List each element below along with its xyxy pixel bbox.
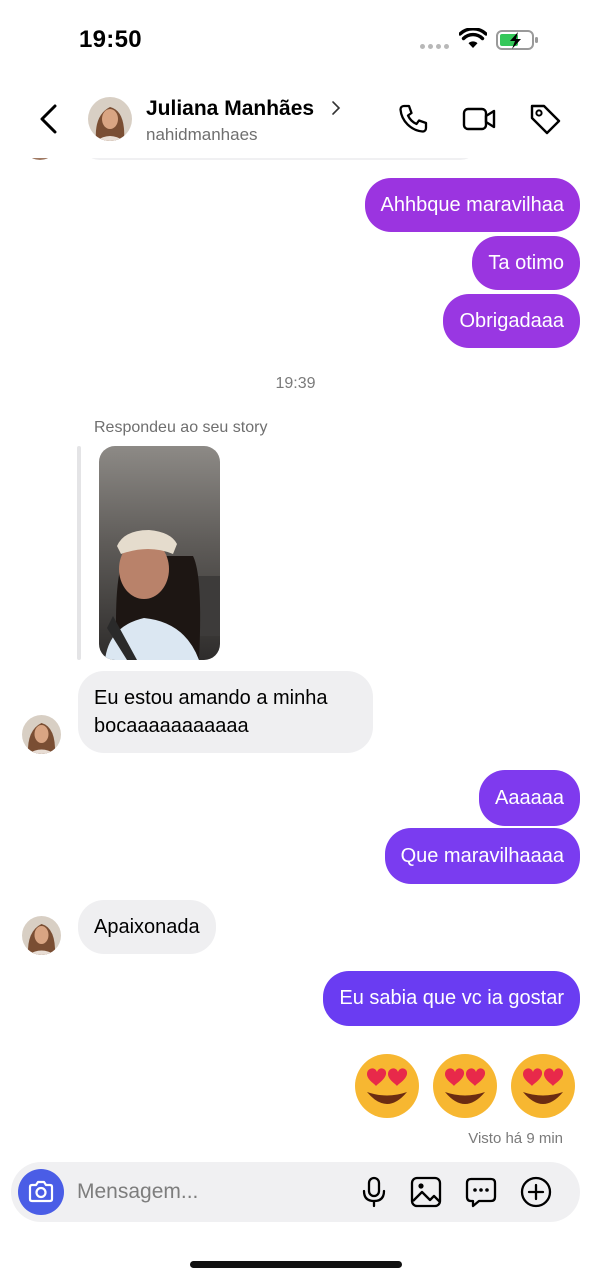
emoji-message[interactable] <box>353 1052 577 1120</box>
avatar[interactable] <box>22 916 61 955</box>
message-outgoing[interactable]: Ta otimo <box>472 236 580 290</box>
message-outgoing[interactable]: Eu sabia que vc ia gostar <box>323 971 580 1026</box>
video-camera-icon[interactable] <box>462 102 496 136</box>
status-bar: 19:50 <box>0 0 591 80</box>
message-incoming[interactable]: Apaixonada <box>78 900 216 954</box>
image-icon[interactable] <box>409 1175 443 1209</box>
story-thumbnail[interactable] <box>99 446 220 660</box>
back-arrow-icon[interactable] <box>36 102 62 136</box>
camera-icon <box>28 1180 54 1203</box>
chat-header: Juliana Manhães nahidmanhaes <box>0 80 591 158</box>
status-time: 19:50 <box>79 26 142 53</box>
sticker-icon[interactable] <box>464 1175 498 1209</box>
phone-icon[interactable] <box>396 102 430 136</box>
heart-eyes-emoji-icon <box>355 1054 419 1118</box>
battery-icon <box>496 30 538 50</box>
message-composer <box>11 1162 580 1222</box>
avatar[interactable] <box>22 715 61 754</box>
wifi-icon <box>459 28 487 48</box>
message-outgoing[interactable]: Aaaaaa <box>479 770 580 826</box>
chevron-right-icon[interactable] <box>330 100 342 116</box>
heart-eyes-emoji-icon <box>433 1054 497 1118</box>
story-reply-label: Respondeu ao seu story <box>94 419 268 436</box>
seen-status: Visto há 9 min <box>468 1130 563 1147</box>
message-timestamp: 19:39 <box>275 375 316 392</box>
signal-icon <box>420 44 449 49</box>
plus-icon[interactable] <box>519 1175 553 1209</box>
message-incoming[interactable]: Eu estou amando a minha bocaaaaaaaaaaa <box>78 671 373 753</box>
contact-avatar[interactable] <box>88 97 132 141</box>
message-outgoing[interactable]: Que maravilhaaaa <box>384 828 580 884</box>
message-input[interactable] <box>77 1162 347 1222</box>
home-indicator <box>190 1261 402 1268</box>
contact-username: nahidmanhaes <box>146 125 258 144</box>
message-outgoing[interactable]: Ahhbque maravilhaa <box>364 178 580 232</box>
heart-eyes-emoji-icon <box>511 1054 575 1118</box>
camera-button[interactable] <box>18 1169 64 1215</box>
tag-icon[interactable] <box>528 102 562 136</box>
message-outgoing[interactable]: Obrigadaaa <box>443 294 580 348</box>
contact-name[interactable]: Juliana Manhães <box>146 97 314 121</box>
microphone-icon[interactable] <box>357 1175 391 1209</box>
story-reply-bar <box>77 446 81 660</box>
